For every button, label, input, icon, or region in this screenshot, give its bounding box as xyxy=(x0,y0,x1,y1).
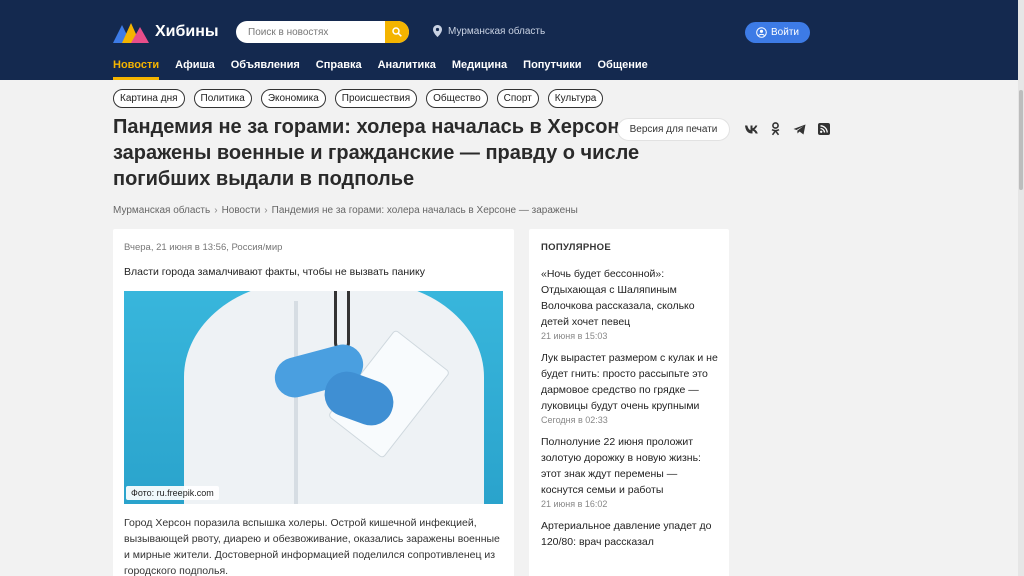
photo-stethoscope-shape xyxy=(334,291,350,351)
popular-item[interactable]: Артериальное давление упадет до 120/80: … xyxy=(541,518,721,550)
site-logo[interactable]: Хибины xyxy=(113,21,219,43)
article-title: Пандемия не за горами: холера началась в… xyxy=(113,116,657,190)
user-icon xyxy=(756,27,767,38)
popular-item-title[interactable]: Артериальное давление упадет до 120/80: … xyxy=(541,518,721,550)
popular-item[interactable]: «Ночь будет бессонной»: Отдыхающая с Шал… xyxy=(541,266,721,341)
page-scrollbar[interactable] xyxy=(1018,0,1024,576)
breadcrumb-item-news[interactable]: Новости xyxy=(222,205,261,216)
popular-item-title[interactable]: «Ночь будет бессонной»: Отдыхающая с Шал… xyxy=(541,266,721,330)
breadcrumb: Мурманская область › Новости › Пандемия … xyxy=(113,205,578,216)
tag-picture-of-day[interactable]: Картина дня xyxy=(113,89,185,108)
telegram-icon[interactable] xyxy=(793,122,806,136)
nav-item-afisha[interactable]: Афиша xyxy=(175,59,215,80)
tag-culture[interactable]: Культура xyxy=(547,89,604,108)
article-lead: Власти города замалчивают факты, чтобы н… xyxy=(124,266,425,278)
nav-item-analytics[interactable]: Аналитика xyxy=(378,59,436,80)
print-version-button[interactable]: Версия для печати xyxy=(617,118,730,141)
login-label: Войти xyxy=(771,27,799,38)
nav-item-ads[interactable]: Объявления xyxy=(231,59,300,80)
breadcrumb-chevron-icon: › xyxy=(214,205,218,216)
tag-sport[interactable]: Спорт xyxy=(496,89,539,108)
share-icons xyxy=(745,122,830,136)
rss-icon[interactable] xyxy=(817,122,830,136)
nav-item-reference[interactable]: Справка xyxy=(316,59,362,80)
photo-coat-seam xyxy=(294,301,298,504)
topic-tags: Картина дня Политика Экономика Происшест… xyxy=(113,89,604,108)
ok-icon[interactable] xyxy=(769,122,782,136)
nav-item-medicine[interactable]: Медицина xyxy=(452,59,507,80)
article-card: Вчера, 21 июня в 13:56, Россия/мир Власт… xyxy=(113,229,514,576)
scrollbar-thumb[interactable] xyxy=(1019,90,1023,190)
vk-icon[interactable] xyxy=(745,122,758,136)
nav-item-forum[interactable]: Общение xyxy=(597,59,647,80)
tag-economy[interactable]: Экономика xyxy=(260,89,326,108)
popular-item[interactable]: Полнолуние 22 июня проложит золотую доро… xyxy=(541,434,721,509)
login-button[interactable]: Войти xyxy=(745,22,810,43)
popular-item-title[interactable]: Лук вырастет размером с кулак и не будет… xyxy=(541,350,721,414)
popular-item-title[interactable]: Полнолуние 22 июня проложит золотую доро… xyxy=(541,434,721,498)
popular-item[interactable]: Лук вырастет размером с кулак и не будет… xyxy=(541,350,721,425)
tag-society[interactable]: Общество xyxy=(426,89,488,108)
nav-item-rideshare[interactable]: Попутчики xyxy=(523,59,581,80)
article-photo: Фото: ru.freepik.com xyxy=(124,291,503,504)
region-label: Мурманская область xyxy=(448,25,546,37)
search-input[interactable] xyxy=(236,21,384,43)
search-button[interactable] xyxy=(385,21,409,43)
tag-incidents[interactable]: Происшествия xyxy=(334,89,418,108)
popular-list: «Ночь будет бессонной»: Отдыхающая с Шал… xyxy=(541,266,721,559)
article-body: Город Херсон поразила вспышка холеры. Ос… xyxy=(124,517,500,576)
search-box xyxy=(236,21,409,43)
popular-sidebar: ПОПУЛЯРНОЕ «Ночь будет бессонной»: Отдых… xyxy=(529,229,729,576)
location-pin-icon xyxy=(433,25,442,37)
breadcrumb-chevron-icon: › xyxy=(264,205,268,216)
photo-caption: Фото: ru.freepik.com xyxy=(126,486,219,500)
logo-text: Хибины xyxy=(155,23,219,40)
popular-item-time: 21 июня в 16:02 xyxy=(541,499,608,509)
main-nav: Новости Афиша Объявления Справка Аналити… xyxy=(113,59,648,80)
breadcrumb-item-region[interactable]: Мурманская область xyxy=(113,205,210,216)
logo-mountains-icon xyxy=(113,23,149,43)
breadcrumb-item-current: Пандемия не за горами: холера началась в… xyxy=(271,205,578,216)
region-selector[interactable]: Мурманская область xyxy=(433,25,545,37)
nav-item-news[interactable]: Новости xyxy=(113,59,160,80)
search-icon xyxy=(392,27,402,37)
article-meta: Вчера, 21 июня в 13:56, Россия/мир xyxy=(124,242,283,253)
tag-politics[interactable]: Политика xyxy=(193,89,252,108)
sidebar-title: ПОПУЛЯРНОЕ xyxy=(541,242,612,253)
popular-item-time: 21 июня в 15:03 xyxy=(541,331,608,341)
popular-item-time: Сегодня в 02:33 xyxy=(541,415,608,425)
site-header: Хибины Мурманская область Войти Новости … xyxy=(0,0,1018,80)
